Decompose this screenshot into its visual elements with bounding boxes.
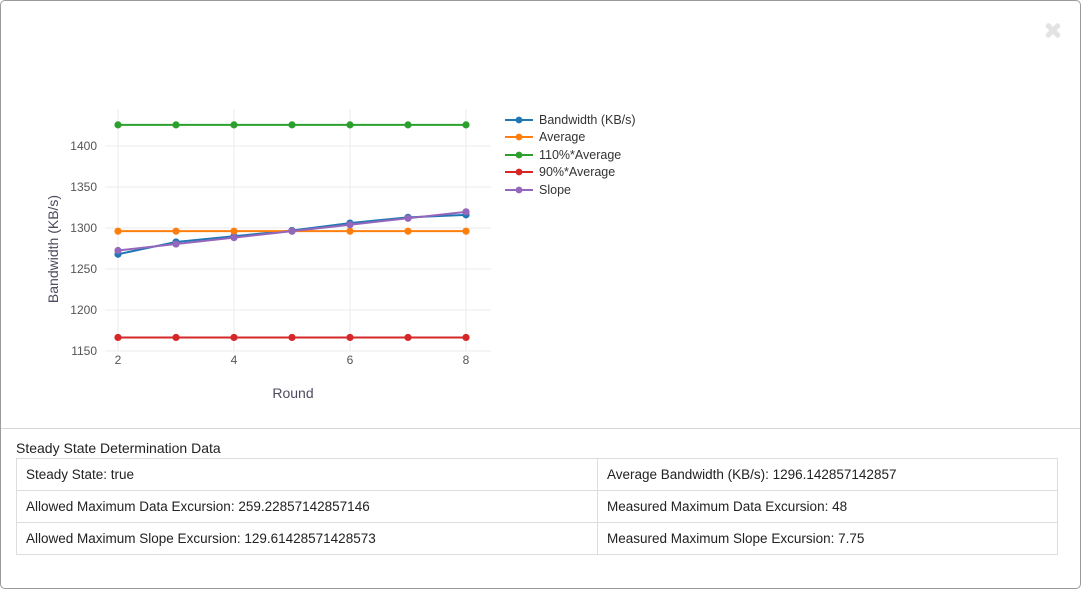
steady-state-chart: 1150 1200 1250 1300 1350 1400 2 4 6 8 Bandwidth (K…	[41, 81, 681, 426]
data-point	[230, 334, 237, 341]
data-point	[172, 121, 179, 128]
data-point	[230, 121, 237, 128]
data-point	[346, 228, 353, 235]
data-point	[114, 334, 121, 341]
y-axis-title: Bandwidth (KB/s)	[45, 195, 61, 303]
legend-label: Average	[539, 130, 585, 144]
y-tick-label: 1150	[71, 344, 97, 358]
x-axis-title: Round	[272, 385, 313, 401]
data-point	[114, 247, 121, 254]
y-tick-label: 1350	[70, 180, 97, 194]
data-point	[462, 334, 469, 341]
table-cell: Steady State: true	[17, 459, 598, 491]
data-point	[230, 228, 237, 235]
table-cell: Measured Maximum Slope Excursion: 7.75	[598, 523, 1058, 555]
data-point	[404, 215, 411, 222]
y-tick-label: 1200	[70, 303, 97, 317]
legend-label: 90%*Average	[539, 165, 615, 179]
legend-label: 110%*Average	[539, 148, 621, 162]
chart-legend: Bandwidth (KB/s) Average 110%*Average 90%*A…	[505, 111, 636, 199]
data-point	[172, 240, 179, 247]
legend-item-Slope[interactable]: Slope	[505, 181, 636, 199]
data-point	[462, 208, 469, 215]
table-cell: Allowed Maximum Slope Excursion: 129.614…	[17, 523, 598, 555]
steady-state-table: Steady State: trueAverage Bandwidth (KB/…	[16, 458, 1058, 555]
table-row: Steady State: trueAverage Bandwidth (KB/…	[17, 459, 1058, 491]
section-divider	[1, 428, 1080, 429]
x-tick-label: 6	[347, 353, 354, 367]
x-tick-label: 8	[463, 353, 470, 367]
data-point	[114, 121, 121, 128]
close-icon[interactable]	[1044, 21, 1062, 39]
y-tick-label: 1300	[70, 221, 97, 235]
table-cell: Allowed Maximum Data Excursion: 259.2285…	[17, 491, 598, 523]
data-point	[288, 334, 295, 341]
legend-item-90%*Average[interactable]: 90%*Average	[505, 164, 636, 182]
data-point	[404, 121, 411, 128]
data-point	[462, 121, 469, 128]
data-point	[172, 334, 179, 341]
legend-sample-icon	[505, 115, 533, 125]
table-cell: Measured Maximum Data Excursion: 48	[598, 491, 1058, 523]
data-point	[346, 121, 353, 128]
x-tick-label: 4	[231, 353, 238, 367]
data-point	[288, 121, 295, 128]
data-point	[462, 228, 469, 235]
legend-sample-icon	[505, 167, 533, 177]
y-tick-label: 1250	[70, 262, 97, 276]
table-row: Allowed Maximum Data Excursion: 259.2285…	[17, 491, 1058, 523]
legend-item-Average[interactable]: Average	[505, 129, 636, 147]
data-point	[346, 221, 353, 228]
legend-label: Bandwidth (KB/s)	[539, 113, 636, 127]
legend-sample-icon	[505, 185, 533, 195]
legend-sample-icon	[505, 132, 533, 142]
section-title: Steady State Determination Data	[16, 440, 221, 456]
x-tick-label: 2	[115, 353, 122, 367]
data-point	[114, 228, 121, 235]
data-point	[404, 228, 411, 235]
data-point	[346, 334, 353, 341]
legend-item-110%*Average[interactable]: 110%*Average	[505, 146, 636, 164]
table-cell: Average Bandwidth (KB/s): 1296.142857142…	[598, 459, 1058, 491]
y-tick-label: 1400	[70, 139, 97, 153]
data-point	[404, 334, 411, 341]
legend-sample-icon	[505, 150, 533, 160]
legend-label: Slope	[539, 183, 571, 197]
steady-state-dialog: 1150 1200 1250 1300 1350 1400 2 4 6 8 Bandwidth (K…	[0, 0, 1081, 589]
data-point	[230, 234, 237, 241]
data-point	[288, 228, 295, 235]
table-row: Allowed Maximum Slope Excursion: 129.614…	[17, 523, 1058, 555]
data-point	[172, 228, 179, 235]
legend-item-Bandwidth (KB/s)[interactable]: Bandwidth (KB/s)	[505, 111, 636, 129]
